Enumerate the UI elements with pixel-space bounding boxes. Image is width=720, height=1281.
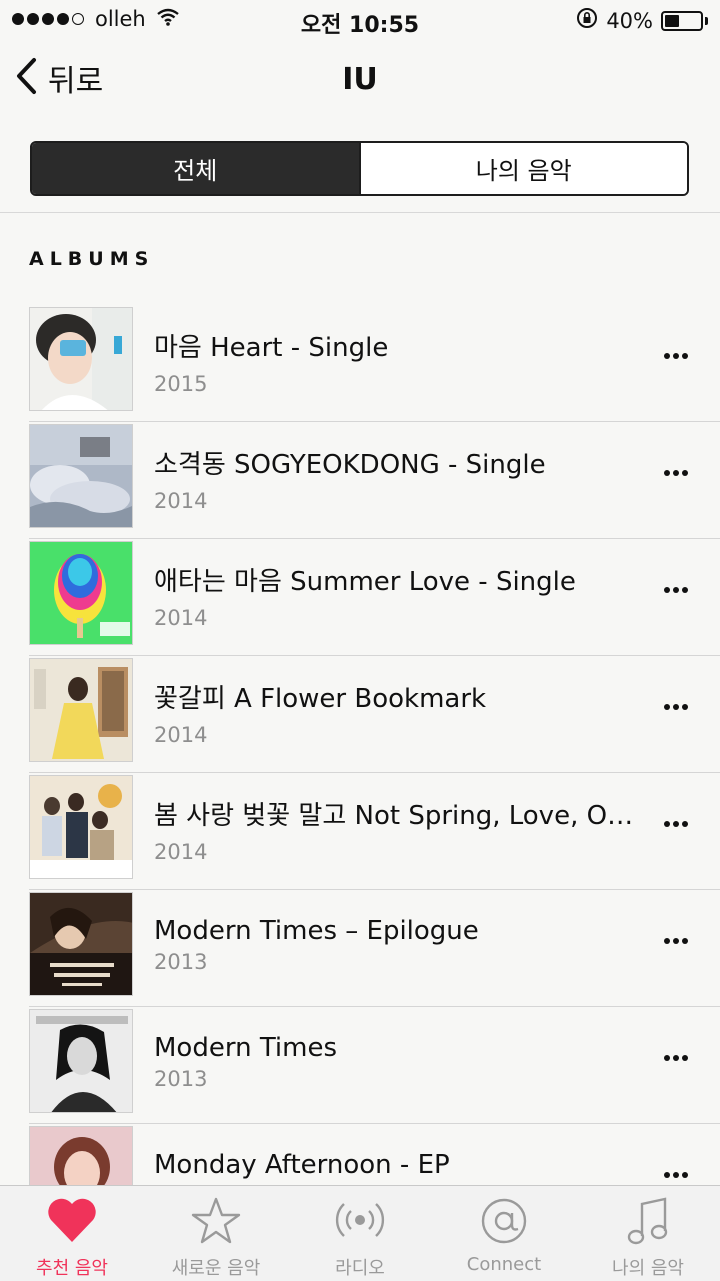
- album-row[interactable]: Modern Times – Epilogue 2013: [0, 890, 720, 1007]
- music-note-icon: [623, 1196, 673, 1252]
- album-year: 2014: [154, 840, 208, 864]
- album-year: 2013: [154, 1067, 208, 1091]
- battery-percent: 40%: [606, 8, 653, 33]
- segmented-control: 전체 나의 음악: [30, 141, 689, 196]
- album-title: 꽃갈피 A Flower Bookmark: [154, 684, 487, 714]
- album-cover: [29, 424, 133, 528]
- tab-for-you[interactable]: 추천 음악: [0, 1186, 144, 1281]
- rotation-lock-icon: [576, 7, 598, 34]
- page-title: IU: [342, 62, 378, 97]
- more-options-button[interactable]: [664, 587, 691, 593]
- tab-bar: 추천 음악 새로운 음악 라디오 Connect 나의 음악: [0, 1185, 720, 1281]
- album-cover: [29, 541, 133, 645]
- album-title: Monday Afternoon - EP: [154, 1150, 450, 1180]
- more-options-button[interactable]: [664, 1055, 691, 1061]
- more-options-button[interactable]: [664, 353, 691, 359]
- divider: [0, 212, 720, 213]
- album-list: 마음 Heart - Single 2015 소격동 SOGYEOKDONG -…: [0, 305, 720, 1241]
- tab-radio[interactable]: 라디오: [288, 1186, 432, 1281]
- more-options-button[interactable]: [664, 470, 691, 476]
- album-row[interactable]: Modern Times 2013: [0, 1007, 720, 1124]
- tab-label: 새로운 음악: [171, 1258, 261, 1279]
- album-title: 애타는 마음 Summer Love - Single: [154, 567, 576, 597]
- radio-icon: [334, 1196, 386, 1250]
- album-row[interactable]: 마음 Heart - Single 2015: [0, 305, 720, 422]
- tab-connect[interactable]: Connect: [432, 1186, 576, 1281]
- album-cover: [29, 307, 133, 411]
- segment-my-music[interactable]: 나의 음악: [358, 143, 687, 194]
- album-year: 2014: [154, 606, 208, 630]
- heart-icon: [46, 1196, 98, 1248]
- album-cover: [29, 892, 133, 996]
- more-options-button[interactable]: [664, 938, 691, 944]
- album-cover: [29, 658, 133, 762]
- album-title: Modern Times – Epilogue: [154, 916, 479, 946]
- album-year: 2013: [154, 950, 208, 974]
- segment-all[interactable]: 전체: [32, 143, 359, 194]
- status-bar: olleh 오전 10:55 40%: [0, 0, 720, 40]
- album-year: 2014: [154, 723, 208, 747]
- at-icon: [479, 1196, 529, 1250]
- album-row[interactable]: 애타는 마음 Summer Love - Single 2014: [0, 539, 720, 656]
- album-title: 마음 Heart - Single: [154, 333, 389, 363]
- more-options-button[interactable]: [664, 821, 691, 827]
- tab-my-music[interactable]: 나의 음악: [576, 1186, 720, 1281]
- status-right: 40%: [576, 7, 708, 34]
- tab-new[interactable]: 새로운 음악: [144, 1186, 288, 1281]
- more-options-button[interactable]: [664, 1172, 691, 1178]
- section-header-albums: ALBUMS: [29, 248, 155, 270]
- album-cover: [29, 775, 133, 879]
- nav-bar: 뒤로 IU: [0, 40, 720, 120]
- star-icon: [191, 1196, 241, 1250]
- album-year: 2014: [154, 489, 208, 513]
- battery-fill: [665, 14, 679, 27]
- tab-label: 라디오: [335, 1258, 385, 1279]
- album-title: 봄 사랑 벚꽃 말고 Not Spring, Love, Or Cherry B…: [154, 801, 634, 831]
- album-row[interactable]: 꽃갈피 A Flower Bookmark 2014: [0, 656, 720, 773]
- album-cover: [29, 1009, 133, 1113]
- tab-label: 나의 음악: [612, 1258, 684, 1279]
- tab-label: 추천 음악: [36, 1258, 108, 1279]
- tab-label: Connect: [466, 1254, 542, 1275]
- battery-cap: [705, 16, 708, 25]
- battery-icon: [661, 10, 703, 31]
- album-title: 소격동 SOGYEOKDONG - Single: [154, 450, 546, 480]
- album-row[interactable]: 소격동 SOGYEOKDONG - Single 2014: [0, 422, 720, 539]
- album-title: Modern Times: [154, 1033, 337, 1063]
- album-year: 2015: [154, 372, 208, 396]
- album-row[interactable]: 봄 사랑 벚꽃 말고 Not Spring, Love, Or Cherry B…: [0, 773, 720, 890]
- more-options-button[interactable]: [664, 704, 691, 710]
